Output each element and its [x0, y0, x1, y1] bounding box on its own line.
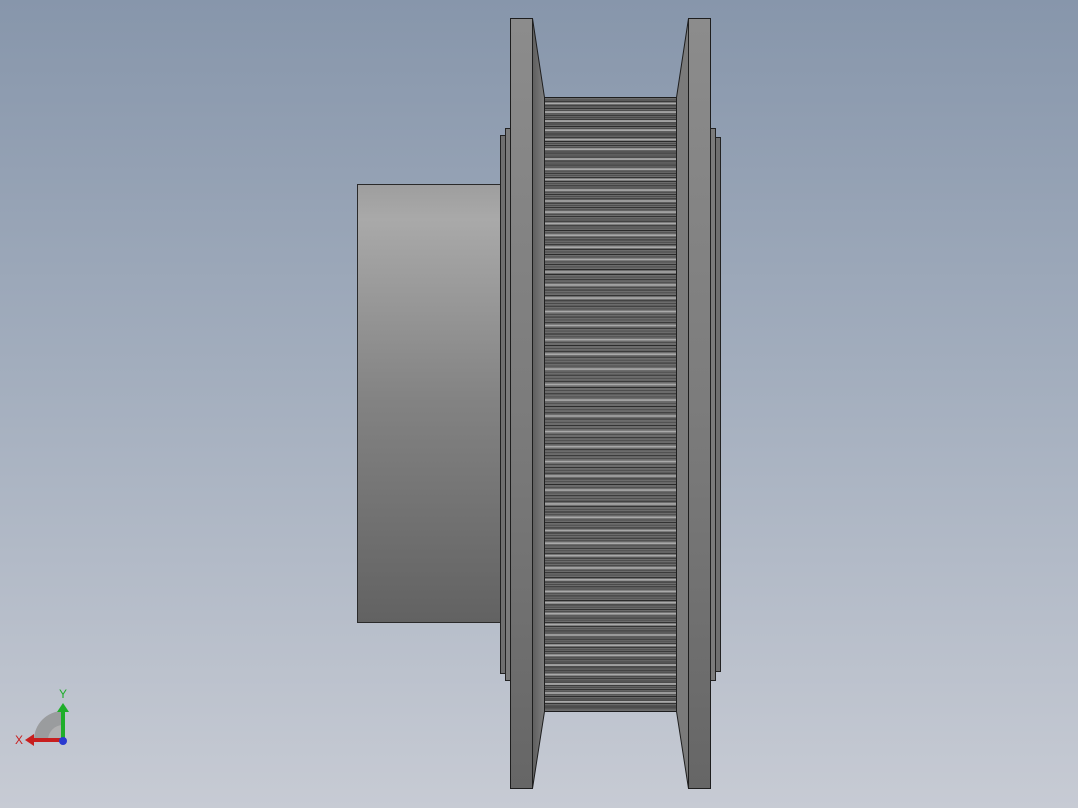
left-collar-step — [505, 128, 511, 681]
coordinate-triad: Y X — [15, 687, 69, 747]
hub — [357, 184, 501, 623]
y-axis-arrow — [61, 710, 65, 740]
left-flange-bevel — [532, 18, 545, 789]
x-axis-arrow — [32, 738, 63, 742]
pulley-model[interactable] — [0, 0, 1078, 808]
right-flange — [688, 18, 711, 789]
graphics-viewport[interactable]: Y X — [0, 0, 1078, 808]
left-flange — [510, 18, 533, 789]
teeth-band — [544, 97, 677, 712]
x-axis-label: X — [15, 733, 23, 747]
right-flange-bevel — [676, 18, 689, 789]
right-collar-outer — [715, 137, 721, 672]
z-axis-marker — [59, 737, 67, 745]
right-collar — [710, 128, 716, 681]
y-axis-label: Y — [59, 687, 67, 701]
